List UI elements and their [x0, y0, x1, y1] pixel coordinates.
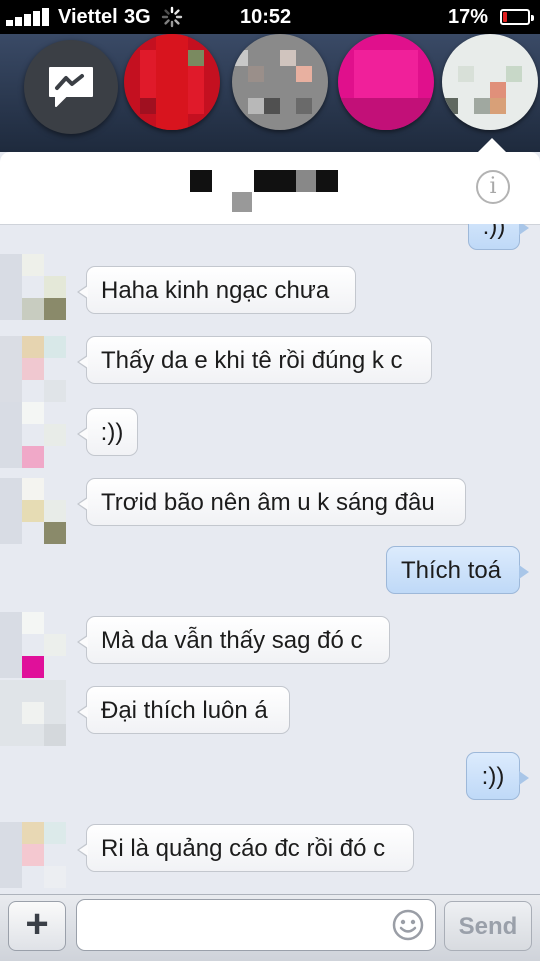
contact-avatar [0, 254, 66, 320]
composer-bar: + Send [0, 894, 540, 961]
add-attachment-button[interactable]: + [8, 901, 66, 951]
message-bubble-outgoing[interactable]: Thích toá [386, 546, 529, 594]
redacted-contact-name [296, 170, 316, 192]
contact-avatar [0, 336, 66, 402]
message-bubble-incoming[interactable]: :)) [77, 408, 138, 456]
message-bubble-incoming[interactable]: Mà da vẫn thấy sag đó c [77, 616, 390, 664]
network-type: 3G [124, 6, 151, 28]
chat-heads-bar [0, 34, 540, 152]
message-bubble-incoming[interactable]: Haha kinh ngạc chưa [77, 266, 356, 314]
battery-fill [503, 12, 507, 22]
message-bubble-outgoing[interactable]: :)) [468, 224, 529, 250]
message-input[interactable] [76, 899, 436, 951]
message-bubble-incoming[interactable]: Thấy da e khi tê rồi đúng k c [77, 336, 432, 384]
signal-icon [6, 8, 54, 26]
chat-head-avatar[interactable] [442, 34, 538, 130]
battery-percent: 17% [448, 6, 489, 28]
contact-avatar [0, 478, 66, 544]
message-bubble-incoming[interactable]: Đại thích luôn á [77, 686, 290, 734]
chat-head-avatar[interactable] [232, 34, 328, 130]
messenger-lightning-icon [49, 67, 93, 107]
activity-spinner-icon [161, 6, 183, 28]
contact-avatar [0, 402, 66, 468]
send-button[interactable]: Send [444, 901, 532, 951]
smiley-icon[interactable] [392, 909, 424, 941]
messenger-chat-head[interactable] [24, 40, 118, 134]
redacted-contact-name [190, 170, 212, 192]
info-icon[interactable]: i [476, 170, 510, 204]
battery-icon [500, 9, 534, 25]
contact-avatar [0, 612, 66, 678]
carrier-name: Viettel [58, 6, 118, 28]
status-bar: Viettel 3G 10:52 17% [0, 0, 540, 34]
message-bubble-incoming[interactable]: Trơid bão nên âm u k sáng đâu [77, 478, 466, 526]
message-bubble-outgoing[interactable]: :)) [466, 752, 529, 800]
chat-head-avatar[interactable] [338, 34, 434, 130]
contact-avatar [0, 680, 66, 746]
clock: 10:52 [240, 6, 292, 28]
chat-head-avatar[interactable] [124, 34, 220, 130]
redacted-contact-name [232, 192, 252, 212]
message-list[interactable]: :)) Haha kinh ngạc chưa Thấy da e khi tê… [0, 224, 540, 894]
contact-avatar [0, 822, 66, 888]
conversation-header [0, 152, 540, 225]
chat-head-pointer [478, 138, 506, 152]
message-bubble-incoming[interactable]: Ri là quảng cáo đc rồi đó c [77, 824, 414, 872]
